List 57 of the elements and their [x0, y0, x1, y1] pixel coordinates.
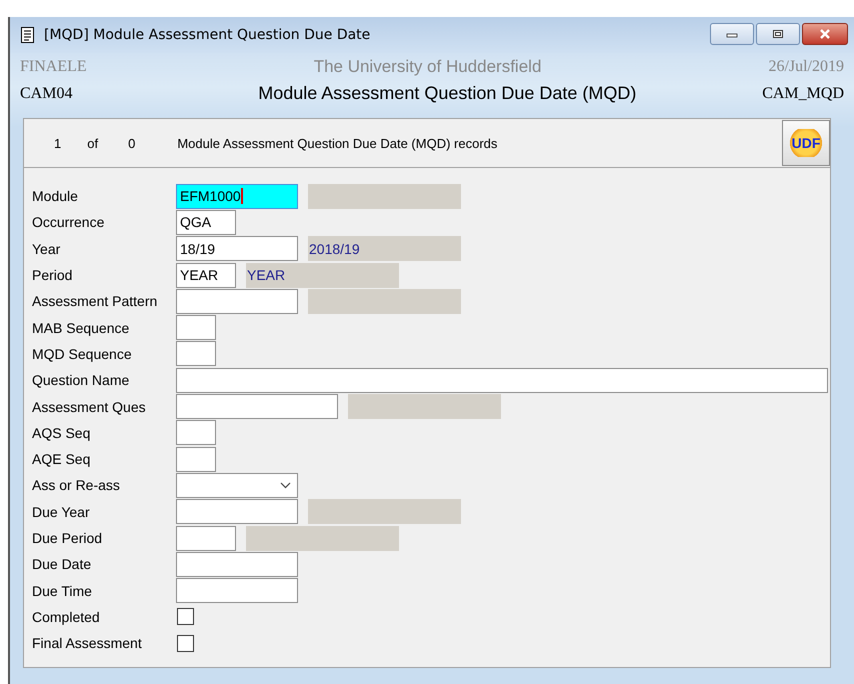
field-label: Module: [32, 188, 79, 204]
input-field[interactable]: [176, 578, 298, 604]
record-description: Module Assessment Question Due Date (MQD) records: [177, 136, 498, 150]
input-field[interactable]: [176, 499, 298, 524]
field-label: Final Assessment: [32, 635, 143, 652]
field-label: MQD Sequence: [32, 346, 133, 362]
lookup-display: 2018/19: [308, 236, 461, 262]
input-field[interactable]: EFM1000: [176, 184, 298, 209]
close-icon: [818, 28, 832, 40]
record-of: of: [87, 136, 98, 150]
field-label: Period: [32, 267, 74, 284]
screen-id: CAM_MQD: [762, 84, 844, 102]
input-field[interactable]: [176, 341, 216, 366]
input-field[interactable]: [176, 368, 828, 393]
input-field[interactable]: [176, 315, 216, 340]
input-field[interactable]: [176, 526, 236, 550]
lookup-display: YEAR: [246, 262, 399, 288]
checkbox[interactable]: [177, 608, 194, 626]
input-field[interactable]: QGA: [176, 210, 236, 235]
field-label: Occurrence: [32, 214, 106, 230]
field-label: Year: [32, 240, 62, 257]
field-label: MAB Sequence: [32, 320, 130, 336]
field-label: AQE Seq: [32, 451, 92, 468]
field-label: Ass or Re-ass: [32, 477, 121, 494]
institution-name: The University of Huddersfield: [314, 56, 542, 76]
field-label: Completed: [32, 608, 101, 625]
restore-icon: [772, 29, 784, 39]
input-field[interactable]: [176, 420, 216, 446]
input-field[interactable]: [176, 288, 298, 314]
screen-code: CAM04: [20, 84, 72, 102]
field-label: Assessment Ques: [32, 398, 147, 415]
udf-button[interactable]: UDF: [782, 120, 830, 166]
input-field[interactable]: 18/19: [176, 236, 298, 262]
chevron-down-icon: [280, 482, 291, 489]
dropdown-field[interactable]: [176, 472, 298, 498]
field-label: AQS Seq: [32, 424, 92, 441]
document-icon: [20, 26, 36, 44]
field-label: Assessment Pattern: [32, 293, 158, 310]
field-label: Question Name: [32, 372, 130, 388]
record-total: 0: [128, 136, 136, 150]
close-button[interactable]: [802, 23, 848, 45]
input-field[interactable]: [176, 394, 338, 420]
field-label: Due Time: [32, 582, 93, 599]
screen-title: Module Assessment Question Due Date (MQD): [258, 83, 636, 104]
date-text: 26/Jul/2019: [768, 58, 844, 76]
maximize-button[interactable]: [756, 23, 800, 45]
minimize-button[interactable]: [710, 23, 754, 45]
input-field[interactable]: [176, 446, 216, 472]
input-field[interactable]: YEAR: [176, 262, 236, 288]
field-label: Due Year: [32, 504, 91, 520]
field-label: Due Period: [32, 530, 104, 546]
checkbox[interactable]: [177, 634, 194, 652]
system-name: FINAELE: [20, 58, 87, 76]
field-label: Due Date: [32, 556, 92, 572]
input-field[interactable]: [176, 552, 298, 577]
window-title: [MQD] Module Assessment Question Due Date: [44, 27, 370, 43]
record-number: 1: [54, 136, 62, 150]
